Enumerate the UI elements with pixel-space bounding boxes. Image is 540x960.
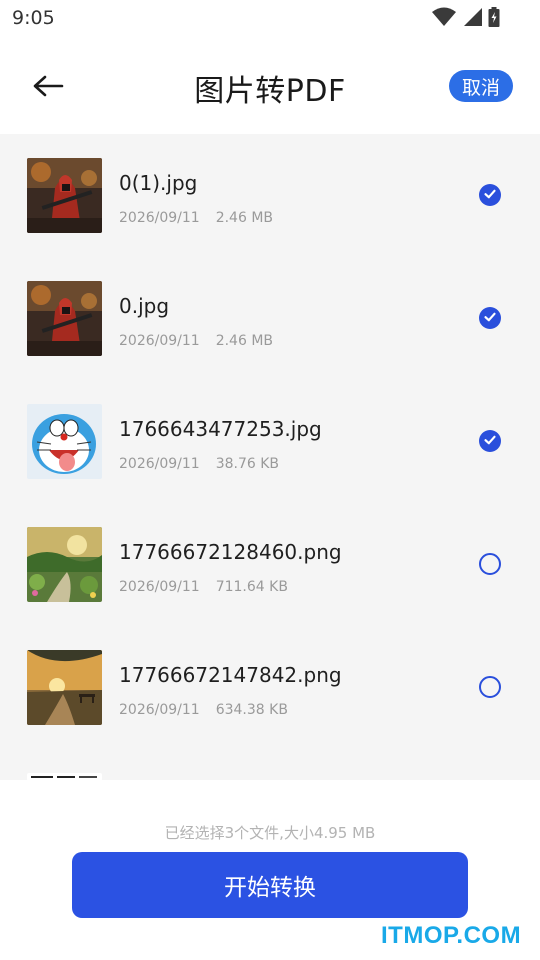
file-date: 2026/09/11 <box>119 210 200 226</box>
warrior-image-thumbnail <box>27 281 102 356</box>
checkbox-unchecked[interactable] <box>479 553 501 575</box>
doraemon-image-thumbnail <box>27 404 102 479</box>
file-meta: 2026/09/11 634.38 KB <box>119 702 288 718</box>
file-date: 2026/09/11 <box>119 579 200 595</box>
list-item[interactable]: 0(1).jpg 2026/09/11 2.46 MB <box>0 134 540 257</box>
checkbox-unchecked[interactable] <box>479 676 501 698</box>
file-meta: 2026/09/11 38.76 KB <box>119 456 279 472</box>
cancel-button[interactable]: 取消 <box>449 70 513 102</box>
list-item[interactable]: 1766643477253.jpg 2026/09/11 38.76 KB <box>0 380 540 503</box>
file-size: 634.38 KB <box>215 702 288 718</box>
file-name: 1766643477253.jpg <box>119 417 322 441</box>
file-size: 2.46 MB <box>215 210 274 226</box>
file-date: 2026/09/11 <box>119 702 200 718</box>
battery-icon <box>488 7 500 27</box>
status-time: 9:05 <box>12 7 55 29</box>
check-icon <box>483 432 497 451</box>
wifi-icon <box>432 7 456 27</box>
image-thumbnail <box>27 773 102 780</box>
file-size: 2.46 MB <box>215 333 274 349</box>
checkbox-checked[interactable] <box>479 307 501 329</box>
checkbox-checked[interactable] <box>479 184 501 206</box>
file-size: 38.76 KB <box>215 456 280 472</box>
check-icon <box>483 309 497 328</box>
list-item[interactable]: 0.jpg 2026/09/11 2.46 MB <box>0 257 540 380</box>
selection-summary: 已经选择3个文件,大小4.95 MB <box>164 824 376 842</box>
file-name: 0(1).jpg <box>119 171 198 195</box>
app-header: 图片转PDF 取消 <box>0 48 540 128</box>
file-name: 0.jpg <box>119 294 170 318</box>
status-bar: 9:05 <box>0 0 540 36</box>
file-meta: 2026/09/11 2.46 MB <box>119 210 273 226</box>
file-date: 2026/09/11 <box>119 456 200 472</box>
signal-icon <box>462 7 482 27</box>
list-item[interactable] <box>0 749 540 780</box>
garden-image-thumbnail <box>27 527 102 602</box>
watermark-logo: ITMOP.COM <box>381 922 522 949</box>
list-item[interactable]: 17766672128460.png 2026/09/11 711.64 KB <box>0 503 540 626</box>
status-icons <box>432 7 500 27</box>
start-convert-button[interactable]: 开始转换 <box>72 852 468 918</box>
check-icon <box>483 186 497 205</box>
sunset-bench-image-thumbnail <box>27 650 102 725</box>
file-name: 17766672128460.png <box>119 540 342 564</box>
file-date: 2026/09/11 <box>119 333 200 349</box>
file-size: 711.64 KB <box>215 579 288 595</box>
list-item[interactable]: 17766672147842.png 2026/09/11 634.38 KB <box>0 626 540 749</box>
file-meta: 2026/09/11 711.64 KB <box>119 579 288 595</box>
file-meta: 2026/09/11 2.46 MB <box>119 333 273 349</box>
checkbox-checked[interactable] <box>479 430 501 452</box>
file-list[interactable]: 0(1).jpg 2026/09/11 2.46 MB 0.jpg 2026/0… <box>0 134 540 780</box>
warrior-image-thumbnail <box>27 158 102 233</box>
file-name: 17766672147842.png <box>119 663 342 687</box>
